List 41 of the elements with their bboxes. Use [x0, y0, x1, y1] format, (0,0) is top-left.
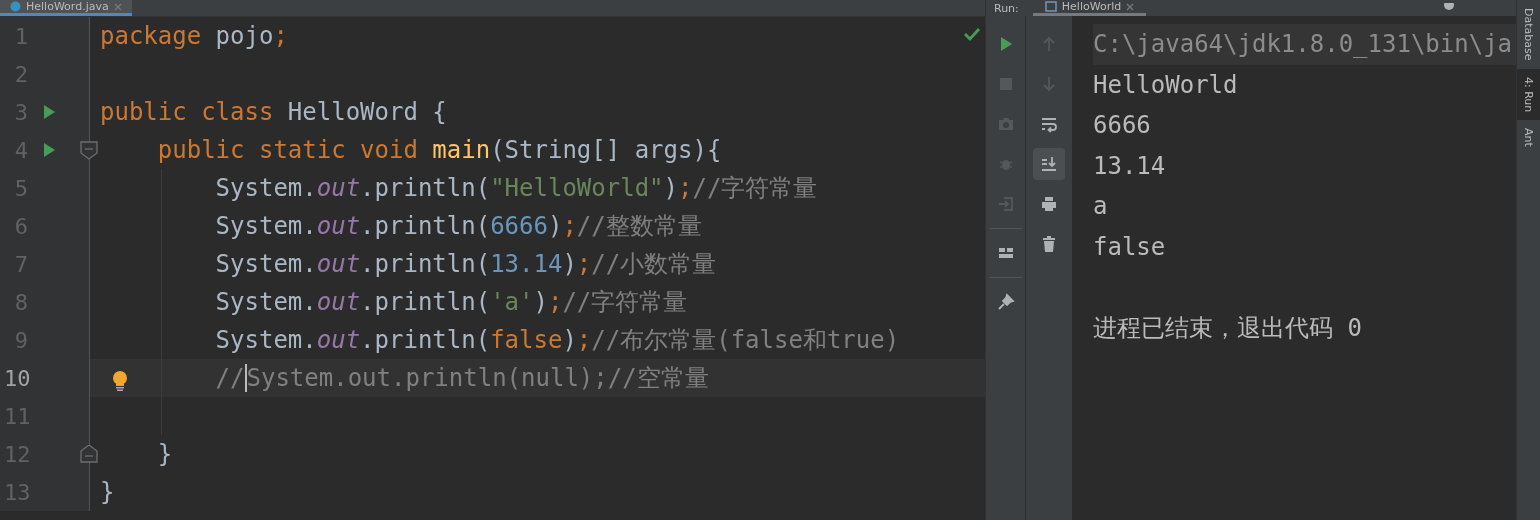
- code-line: //System.out.println(null);//空常量: [215, 364, 709, 392]
- tool-window-tab[interactable]: Database: [1517, 0, 1540, 69]
- code-line: package pojo;: [100, 22, 288, 50]
- checkmark-icon: [963, 27, 981, 41]
- console-output: 进程已结束，退出代码 0: [1093, 313, 1362, 342]
- code-line: }: [100, 478, 115, 506]
- class-file-icon: [10, 1, 21, 12]
- wrap-icon: [1040, 115, 1058, 133]
- code-line: public class HelloWord {: [100, 98, 447, 126]
- console-output: 13.14: [1093, 151, 1166, 180]
- scroll-end-button[interactable]: [1033, 148, 1065, 180]
- run-panel-title: Run:: [994, 1, 1019, 15]
- console-command: C:\java64\jdk1.8.0_131\bin\ja: [1093, 30, 1513, 58]
- console-output: false: [1093, 232, 1166, 261]
- console-output: 6666: [1093, 111, 1151, 139]
- print-icon: [1040, 195, 1058, 213]
- close-icon[interactable]: [113, 2, 122, 11]
- scroll-end-icon: [1040, 155, 1058, 173]
- console-output: a: [1093, 192, 1108, 220]
- code-line: System.out.println(13.14);//小数常量: [215, 250, 717, 278]
- tool-window-tab[interactable]: Ant: [1517, 119, 1540, 155]
- fold-marker-icon[interactable]: [80, 445, 98, 464]
- code-line: public static void main(String[] args){: [157, 136, 722, 164]
- line-number: 10: [4, 365, 28, 391]
- camera-icon: [996, 115, 1015, 133]
- pin-icon: [996, 293, 1015, 311]
- down-icon: [1040, 75, 1058, 93]
- tool-window-tab[interactable]: 4: Run: [1517, 68, 1540, 120]
- code-line: }: [157, 440, 173, 468]
- code-line: System.out.println('a');//字符常量: [215, 288, 688, 316]
- code-line: System.out.println("HelloWorld");//字符常量: [215, 174, 818, 202]
- fold-marker-icon[interactable]: [80, 141, 98, 160]
- window-icon: [1044, 1, 1057, 12]
- lightbulb-icon[interactable]: [110, 370, 130, 392]
- close-icon[interactable]: [1126, 2, 1135, 11]
- editor-tab[interactable]: HelloWord.java: [0, 0, 132, 16]
- code-line: System.out.println(6666);//整数常量: [215, 212, 702, 240]
- trash-icon: [1040, 235, 1058, 253]
- enter-icon: [996, 195, 1015, 213]
- console-output: HelloWorld: [1093, 70, 1238, 99]
- code-line: System.out.println(false);//布尔常量(false和true): [215, 326, 900, 354]
